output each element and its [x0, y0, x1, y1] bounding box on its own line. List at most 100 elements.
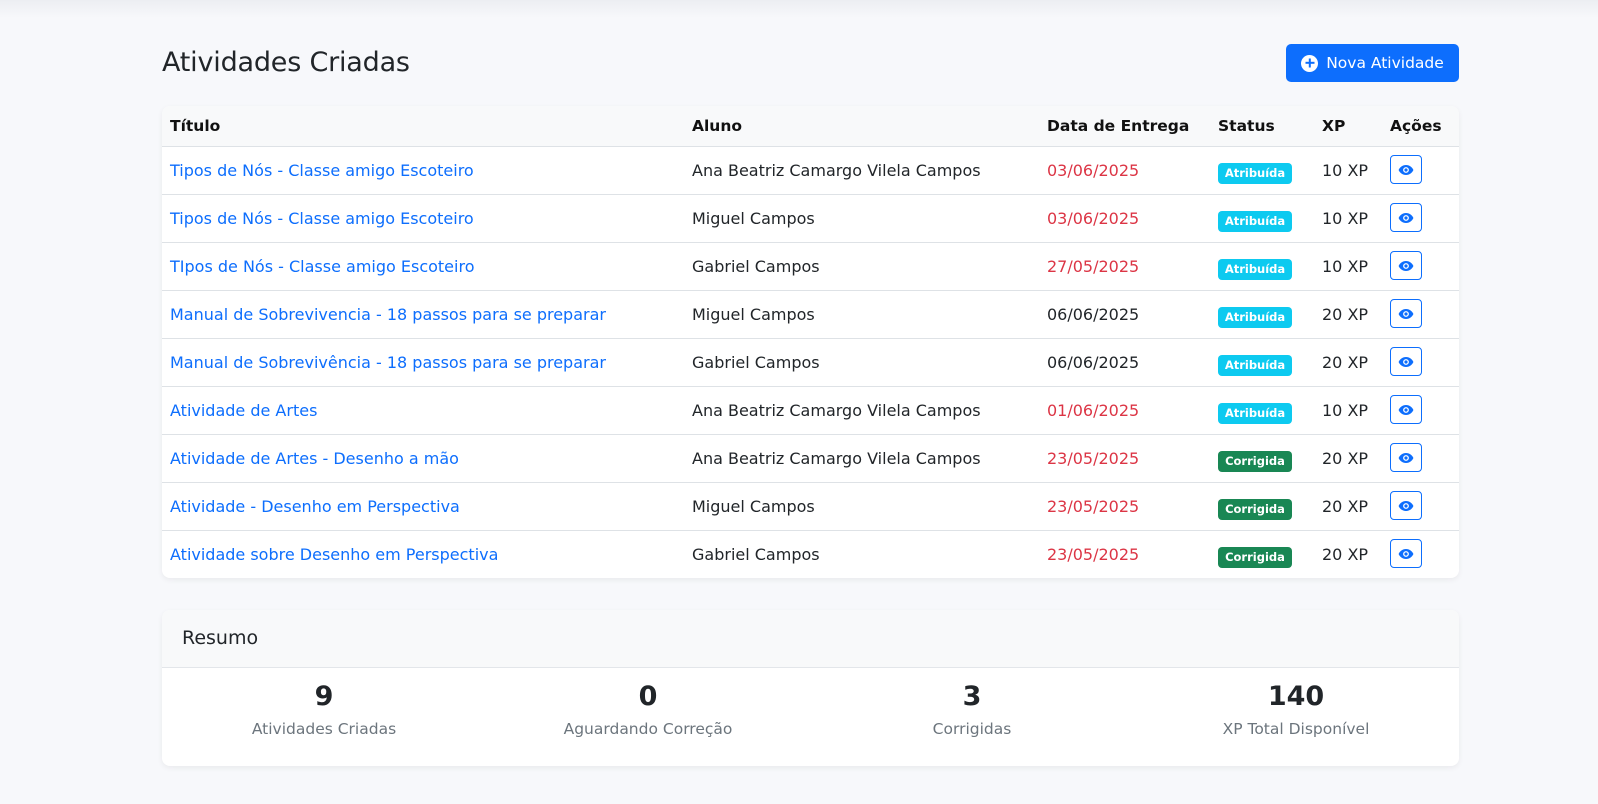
table-row: Manual de Sobrevivencia - 18 passos para… [162, 291, 1459, 339]
stat-value: 9 [314, 681, 334, 712]
table-row: TIpos de Nós - Classe amigo Escoteiro Gab… [162, 243, 1459, 291]
actions-cell [1390, 491, 1422, 520]
status-badge: Atribuída [1218, 211, 1292, 232]
xp-value: 10 XP [1322, 161, 1369, 180]
xp-value: 20 XP [1322, 449, 1369, 468]
activity-title-link[interactable]: Atividade sobre Desenho em Perspectiva [170, 531, 498, 578]
summary-card: Resumo 9 Atividades Criadas 0 Aguardando… [162, 610, 1459, 766]
page-header: Atividades Criadas Nova Atividade [162, 44, 1459, 82]
view-button[interactable] [1390, 347, 1422, 376]
eye-icon [1398, 500, 1414, 512]
table-row: Atividade de Artes Ana Beatriz Camargo Vi… [162, 387, 1459, 435]
eye-icon [1398, 164, 1414, 176]
view-button[interactable] [1390, 443, 1422, 472]
stat-graded: 3 Corrigidas [810, 680, 1134, 739]
activity-title-link[interactable]: Atividade de Artes [170, 387, 317, 434]
summary-title: Resumo [182, 627, 259, 649]
new-activity-button[interactable]: Nova Atividade [1286, 44, 1459, 82]
student-name: Gabriel Campos [692, 353, 820, 372]
view-button[interactable] [1390, 539, 1422, 568]
status-badge: Atribuída [1218, 259, 1292, 280]
activity-title-link[interactable]: Manual de Sobrevivência - 18 passos para… [170, 339, 606, 386]
eye-icon [1398, 452, 1414, 464]
table-header: Título Aluno Data de Entrega Status XP A… [162, 106, 1459, 147]
xp-value: 20 XP [1322, 497, 1369, 516]
actions-cell [1390, 443, 1422, 472]
plus-circle-icon [1301, 54, 1319, 72]
table-row: Tipos de Nós - Classe amigo Escoteiro Ana… [162, 147, 1459, 195]
activity-title-link[interactable]: Atividade - Desenho em Perspectiva [170, 483, 460, 530]
view-button[interactable] [1390, 491, 1422, 520]
top-bar-shadow [0, 0, 1598, 18]
due-date: 06/06/2025 [1047, 305, 1140, 324]
table-row: Tipos de Nós - Classe amigo Escoteiro Mig… [162, 195, 1459, 243]
eye-icon [1398, 260, 1414, 272]
column-header-actions: Ações [1390, 117, 1442, 135]
actions-cell [1390, 539, 1422, 568]
column-header-due-date: Data de Entrega [1047, 117, 1190, 135]
activity-title-link[interactable]: Manual de Sobrevivencia - 18 passos para… [170, 291, 606, 338]
xp-value: 20 XP [1322, 305, 1369, 324]
due-date: 01/06/2025 [1047, 401, 1140, 420]
activity-title-link[interactable]: Tipos de Nós - Classe amigo Escoteiro [170, 147, 474, 194]
due-date: 03/06/2025 [1047, 161, 1140, 180]
student-name: Miguel Campos [692, 497, 815, 516]
column-header-student: Aluno [692, 117, 743, 135]
status-cell: Atribuída [1218, 258, 1292, 280]
student-name: Miguel Campos [692, 305, 815, 324]
table-row: Atividade sobre Desenho em Perspectiva Ga… [162, 531, 1459, 578]
activity-title-link[interactable]: Tipos de Nós - Classe amigo Escoteiro [170, 195, 474, 242]
table-row: Atividade - Desenho em Perspectiva Miguel… [162, 483, 1459, 531]
view-button[interactable] [1390, 251, 1422, 280]
status-badge: Atribuída [1218, 163, 1292, 184]
status-cell: Atribuída [1218, 306, 1292, 328]
summary-header: Resumo [162, 610, 1459, 668]
status-badge: Atribuída [1218, 403, 1292, 424]
eye-icon [1398, 404, 1414, 416]
page-title: Atividades Criadas [162, 47, 410, 78]
student-name: Ana Beatriz Camargo Vilela Campos [692, 161, 981, 180]
status-badge: Corrigida [1218, 547, 1292, 568]
due-date: 23/05/2025 [1047, 449, 1140, 468]
stat-value: 0 [638, 681, 658, 712]
student-name: Ana Beatriz Camargo Vilela Campos [692, 401, 981, 420]
due-date: 23/05/2025 [1047, 545, 1140, 564]
stat-activities-created: 9 Atividades Criadas [162, 680, 486, 739]
stat-value: 3 [962, 681, 982, 712]
table-row: Atividade de Artes - Desenho a mão Ana Be… [162, 435, 1459, 483]
column-header-status: Status [1218, 117, 1275, 135]
actions-cell [1390, 395, 1422, 424]
status-badge: Atribuída [1218, 307, 1292, 328]
student-name: Gabriel Campos [692, 545, 820, 564]
activity-title-link[interactable]: TIpos de Nós - Classe amigo Escoteiro [170, 243, 474, 290]
view-button[interactable] [1390, 155, 1422, 184]
due-date: 27/05/2025 [1047, 257, 1140, 276]
stat-value: 140 [1267, 681, 1325, 712]
due-date: 03/06/2025 [1047, 209, 1140, 228]
status-cell: Atribuída [1218, 402, 1292, 424]
new-activity-label: Nova Atividade [1326, 54, 1444, 72]
student-name: Ana Beatriz Camargo Vilela Campos [692, 449, 981, 468]
view-button[interactable] [1390, 395, 1422, 424]
stat-label: Atividades Criadas [251, 720, 397, 738]
stat-label: XP Total Disponível [1222, 720, 1370, 738]
student-name: Gabriel Campos [692, 257, 820, 276]
activity-title-link[interactable]: Atividade de Artes - Desenho a mão [170, 435, 459, 482]
table-row: Manual de Sobrevivência - 18 passos para… [162, 339, 1459, 387]
column-header-title: Título [170, 117, 221, 135]
column-header-xp: XP [1322, 117, 1346, 135]
actions-cell [1390, 299, 1422, 328]
status-cell: Atribuída [1218, 354, 1292, 376]
xp-value: 20 XP [1322, 545, 1369, 564]
status-badge: Corrigida [1218, 451, 1292, 472]
xp-value: 10 XP [1322, 257, 1369, 276]
view-button[interactable] [1390, 203, 1422, 232]
activities-table: Título Aluno Data de Entrega Status XP A… [162, 106, 1459, 578]
xp-value: 10 XP [1322, 401, 1369, 420]
view-button[interactable] [1390, 299, 1422, 328]
eye-icon [1398, 548, 1414, 560]
eye-icon [1398, 308, 1414, 320]
status-cell: Atribuída [1218, 210, 1292, 232]
student-name: Miguel Campos [692, 209, 815, 228]
actions-cell [1390, 251, 1422, 280]
